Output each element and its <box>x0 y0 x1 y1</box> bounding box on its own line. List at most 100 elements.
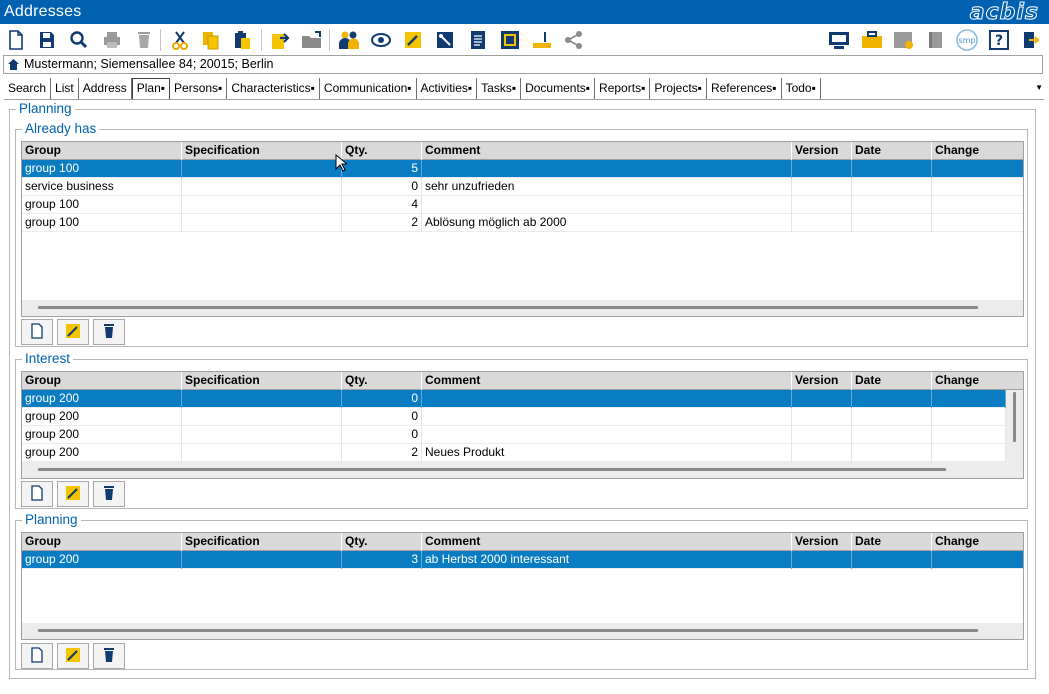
table-row[interactable]: group 200 0 <box>22 426 1006 444</box>
layout-icon[interactable] <box>498 28 522 52</box>
edit-row-button[interactable] <box>57 481 89 507</box>
edit-row-button[interactable] <box>57 643 89 669</box>
tab-characteristics[interactable]: Characteristics▪ <box>227 78 320 99</box>
tools-icon[interactable] <box>433 28 457 52</box>
print-icon[interactable] <box>100 28 124 52</box>
col-qty[interactable]: Qty. <box>342 142 422 160</box>
book-icon[interactable] <box>924 28 948 52</box>
table-row[interactable]: group 200 2 Neues Produkt <box>22 444 1006 462</box>
table-row[interactable]: group 100 5 <box>22 160 1023 178</box>
cut-icon[interactable] <box>168 28 192 52</box>
smp-icon[interactable]: smp <box>955 28 979 52</box>
cell-version <box>792 390 852 408</box>
tab-activities[interactable]: Activities▪ <box>417 78 478 99</box>
col-change[interactable]: Change <box>932 372 1023 390</box>
cell-group: group 100 <box>22 214 182 232</box>
monitor-icon[interactable] <box>827 28 851 52</box>
view-icon[interactable] <box>369 28 393 52</box>
delete-row-button[interactable] <box>93 481 125 507</box>
report-icon[interactable] <box>466 28 490 52</box>
calendar-icon[interactable] <box>892 28 916 52</box>
horizontal-scrollbar[interactable] <box>38 629 978 632</box>
col-specification[interactable]: Specification <box>182 372 342 390</box>
paste-icon[interactable] <box>231 28 255 52</box>
col-comment[interactable]: Comment <box>422 372 792 390</box>
table-row[interactable]: group 200 0 <box>22 408 1006 426</box>
cell-comment: sehr unzufrieden <box>422 178 792 196</box>
col-specification[interactable]: Specification <box>182 533 342 551</box>
search-icon[interactable] <box>67 28 91 52</box>
col-version[interactable]: Version <box>792 142 852 160</box>
tab-persons[interactable]: Persons▪ <box>170 78 228 99</box>
table-row[interactable]: group 200 0 <box>22 390 1006 408</box>
table-row[interactable]: group 100 2 Ablösung möglich ab 2000 <box>22 214 1023 232</box>
tab-todo[interactable]: Todo▪ <box>782 78 821 99</box>
tab-address[interactable]: Address <box>79 78 132 99</box>
already-has-grid[interactable]: Group Specification Qty. Comment Version… <box>21 141 1024 317</box>
tab-search[interactable]: Search <box>4 78 52 99</box>
cell-date <box>852 214 932 232</box>
new-row-button[interactable] <box>21 643 53 669</box>
col-group[interactable]: Group <box>22 533 182 551</box>
col-specification[interactable]: Specification <box>182 142 342 160</box>
col-qty[interactable]: Qty. <box>342 533 422 551</box>
tab-communication[interactable]: Communication▪ <box>320 78 417 99</box>
share-icon[interactable] <box>562 28 586 52</box>
col-date[interactable]: Date <box>852 372 932 390</box>
ruler-icon[interactable] <box>530 28 554 52</box>
tab-list[interactable]: List <box>51 78 79 99</box>
delete-row-button[interactable] <box>93 319 125 345</box>
col-group[interactable]: Group <box>22 142 182 160</box>
cell-group: group 100 <box>22 160 182 178</box>
tab-plan[interactable]: Plan▪ <box>131 78 171 99</box>
cell-qty: 0 <box>342 408 422 426</box>
col-comment[interactable]: Comment <box>422 142 792 160</box>
tabs-overflow-arrow-icon[interactable]: ▼ <box>1035 83 1043 92</box>
cell-group: group 200 <box>22 551 182 569</box>
tab-reports[interactable]: Reports▪ <box>595 78 651 99</box>
cell-version <box>792 196 852 214</box>
vertical-scrollbar[interactable] <box>1013 392 1016 442</box>
planning-grid[interactable]: Group Specification Qty. Comment Version… <box>21 532 1024 640</box>
cell-comment <box>422 196 792 214</box>
tab-references[interactable]: References▪ <box>707 78 782 99</box>
horizontal-scrollbar[interactable] <box>38 468 946 471</box>
briefcase-icon[interactable] <box>860 28 884 52</box>
col-change[interactable]: Change <box>932 142 1023 160</box>
col-qty[interactable]: Qty. <box>342 372 422 390</box>
col-version[interactable]: Version <box>792 533 852 551</box>
new-document-icon[interactable] <box>4 28 28 52</box>
horizontal-scrollbar[interactable] <box>38 306 978 309</box>
cell-version <box>792 178 852 196</box>
tab-documents[interactable]: Documents▪ <box>521 78 596 99</box>
col-date[interactable]: Date <box>852 533 932 551</box>
users-icon[interactable] <box>337 28 361 52</box>
tab-tasks[interactable]: Tasks▪ <box>477 78 522 99</box>
cell-version <box>792 426 852 444</box>
help-icon[interactable]: ? <box>987 28 1011 52</box>
interest-grid[interactable]: Group Specification Qty. Comment Version… <box>21 371 1024 479</box>
exit-icon[interactable] <box>1018 28 1042 52</box>
new-row-button[interactable] <box>21 481 53 507</box>
cell-qty: 2 <box>342 214 422 232</box>
col-change[interactable]: Change <box>932 533 1023 551</box>
col-date[interactable]: Date <box>852 142 932 160</box>
delete-row-button[interactable] <box>93 643 125 669</box>
edit-row-button[interactable] <box>57 319 89 345</box>
save-icon[interactable] <box>35 28 59 52</box>
edit-icon[interactable] <box>401 28 425 52</box>
export-icon[interactable] <box>268 28 292 52</box>
table-row[interactable]: group 200 3 ab Herbst 2000 interessant <box>22 551 1023 569</box>
col-version[interactable]: Version <box>792 372 852 390</box>
new-row-button[interactable] <box>21 319 53 345</box>
col-group[interactable]: Group <box>22 372 182 390</box>
cell-change <box>932 444 1006 462</box>
copy-icon[interactable] <box>199 28 223 52</box>
col-comment[interactable]: Comment <box>422 533 792 551</box>
table-row[interactable]: group 100 4 <box>22 196 1023 214</box>
cell-group: group 200 <box>22 408 182 426</box>
table-row[interactable]: service business 0 sehr unzufrieden <box>22 178 1023 196</box>
tab-projects[interactable]: Projects▪ <box>650 78 707 99</box>
delete-icon[interactable] <box>132 28 156 52</box>
open-folder-icon[interactable] <box>300 28 324 52</box>
